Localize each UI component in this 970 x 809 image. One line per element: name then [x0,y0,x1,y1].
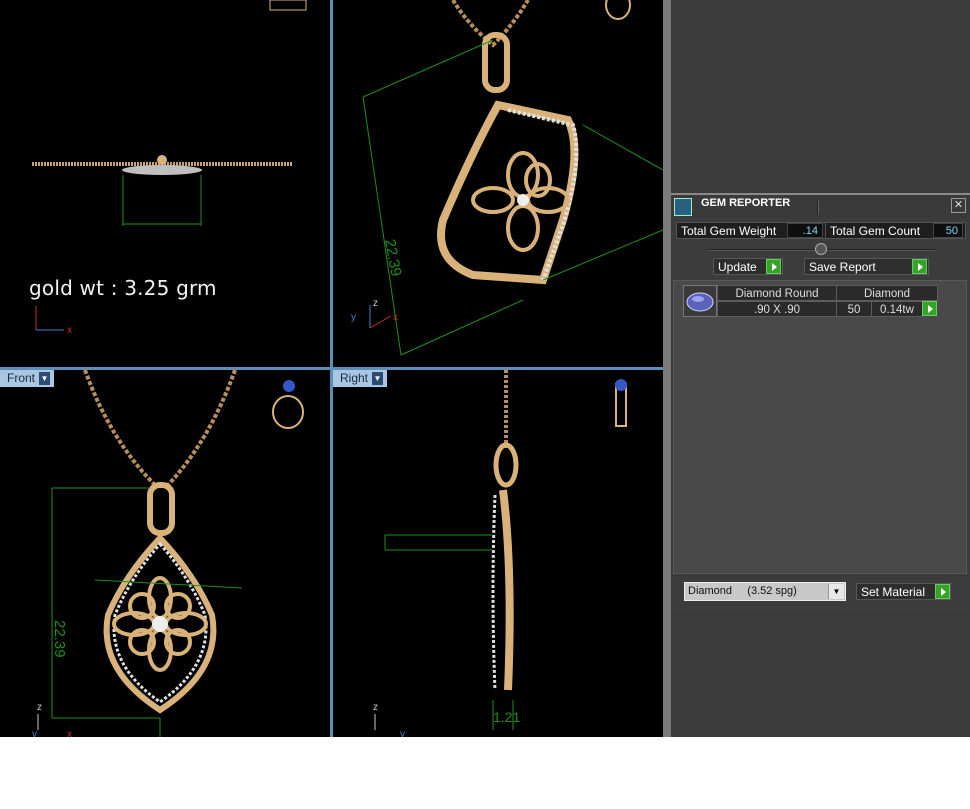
total-gem-count-value: 50 [933,223,963,238]
viewport-front[interactable]: 22.39 z x y Front ▼ [0,370,330,737]
front-view-label: Front [7,371,36,385]
set-material-label: Set Material [861,585,926,599]
viewport-top[interactable]: x gold wt : 3.25 grm [0,0,330,367]
gold-weight-annotation: gold wt : 3.25 grm [29,276,217,300]
chevron-down-icon: ▼ [828,584,844,599]
close-icon[interactable]: ✕ [951,198,966,213]
perspective-view-render: 22.39 z y x [351,0,663,356]
round-diamond-icon [683,285,717,317]
gem-material-cell: Diamond [836,285,938,301]
chevron-down-icon: ▼ [39,372,51,385]
x-axis-label: x [67,325,72,336]
front-height-dimension: 22.39 [51,620,68,658]
front-view-dropdown[interactable]: Front ▼ [0,370,55,387]
total-gem-weight-label: Total Gem Weight [681,224,777,238]
svg-text:z: z [37,702,42,713]
gem-reporter-icon [674,198,692,216]
svg-text:z: z [373,702,378,713]
svg-text:x: x [393,312,398,323]
thickness-dimension: 1.21 [493,709,520,725]
gem-count-cell: 50 [836,301,872,317]
viewport-perspective[interactable]: 22.39 z y x [333,0,663,367]
svg-text:x: x [67,729,72,737]
update-label: Update [718,260,757,274]
height-dimension: 22.39 [381,238,404,278]
svg-text:y: y [400,729,405,737]
gem-weight-cell: 0.14tw [871,301,923,317]
set-material-go-icon[interactable] [935,584,950,599]
gem-list[interactable]: Diamond Round Diamond .90 X .90 50 0.14t… [673,280,967,574]
update-go-icon[interactable] [766,259,781,274]
front-view-render: 22.39 z x y [32,370,304,737]
gem-reporter-titlebar[interactable]: GEM REPORTER ✕ [671,193,970,217]
right-view-label: Right [340,371,369,385]
chevron-down-icon: ▼ [372,372,384,385]
material-select[interactable]: Diamond (3.52 spg) ▼ [684,582,846,601]
gem-reporter-title: GEM REPORTER [701,197,791,209]
viewport-splitter-horizontal[interactable] [0,367,663,370]
gem-size-cell: .90 X .90 [717,301,837,317]
svg-text:z: z [373,298,378,309]
material-select-value: Diamond (3.52 spg) [688,585,797,597]
right-view-render: 1.21 z y [373,370,627,737]
gem-shape-cell: Diamond Round [717,285,837,301]
collapse-knob-icon[interactable] [815,243,827,255]
save-report-go-icon[interactable] [912,259,927,274]
save-report-label: Save Report [809,260,876,274]
panel-splitter[interactable] [663,0,671,737]
save-report-button[interactable]: Save Report [804,258,929,275]
svg-text:y: y [351,312,356,323]
gem-reporter-panel: GEM REPORTER ✕ Total Gem Weight .14 Tota… [671,193,970,613]
right-view-dropdown[interactable]: Right ▼ [333,370,388,387]
titlebar-divider [817,200,819,214]
top-view-render: x [32,0,307,336]
total-gem-count-label: Total Gem Count [830,224,921,238]
svg-text:y: y [32,729,37,737]
viewport-right[interactable]: 1.21 z y Right ▼ [333,370,663,737]
gem-go-icon[interactable] [922,301,937,316]
total-gem-weight-value: .14 [787,223,823,238]
